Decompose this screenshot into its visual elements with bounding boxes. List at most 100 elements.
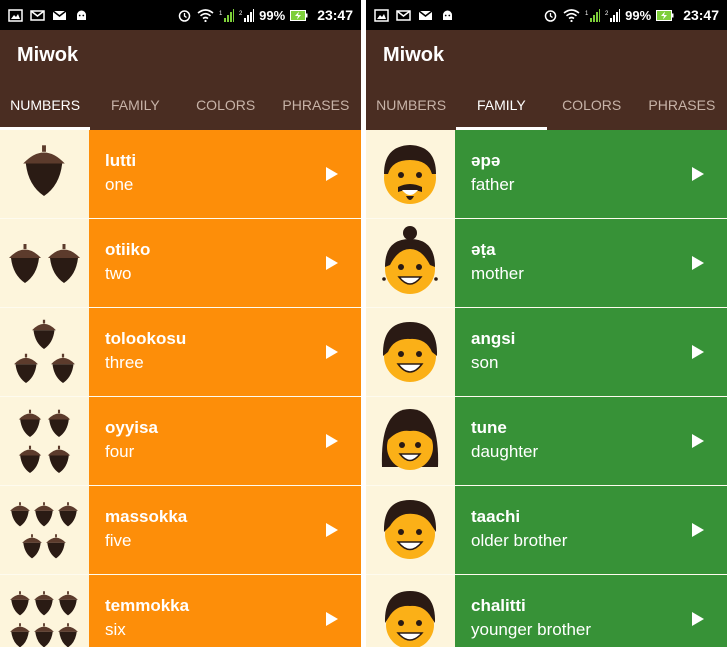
father-face-icon [384, 144, 436, 204]
word-image [0, 397, 89, 485]
battery-percent: 99% [625, 7, 652, 23]
play-icon[interactable] [325, 166, 339, 182]
app-bar: Miwok [366, 30, 727, 80]
older-brother-face-icon [383, 499, 437, 559]
app-bar: Miwok [0, 30, 361, 80]
android-icon [443, 10, 452, 20]
miwok-word: lutti [105, 151, 137, 170]
gmail-icon [418, 9, 433, 20]
status-bar: 1 2 99% 23:47 [366, 0, 727, 30]
signal-1-icon: 1 [585, 8, 601, 22]
play-icon[interactable] [325, 522, 339, 538]
word-image [366, 308, 455, 396]
miwok-word: әpә [471, 151, 501, 170]
word-image [0, 486, 89, 574]
battery-charging-icon [656, 9, 674, 21]
list-item[interactable]: tune daughter [366, 397, 727, 486]
english-translation: four [105, 442, 135, 461]
alarm-icon [178, 9, 191, 22]
clock: 23:47 [683, 7, 719, 23]
english-translation: daughter [471, 442, 539, 461]
list-item[interactable]: angsi son [366, 308, 727, 397]
play-icon[interactable] [691, 433, 705, 449]
acorn-icon [23, 144, 65, 196]
clock: 23:47 [317, 7, 353, 23]
play-icon[interactable] [325, 611, 339, 627]
word-image [0, 130, 89, 218]
list-item[interactable]: әṭa mother [366, 219, 727, 308]
play-icon[interactable] [325, 255, 339, 271]
english-translation: six [105, 620, 126, 639]
miwok-word: әṭa [471, 240, 496, 259]
tab-phrases[interactable]: PHRASES [637, 80, 727, 130]
miwok-word: otiiko [105, 240, 151, 259]
status-bar: 1 2 99% 23:47 [0, 0, 361, 30]
miwok-word: taachi [471, 507, 521, 526]
son-face-icon [382, 321, 438, 382]
play-icon[interactable] [325, 433, 339, 449]
mail-icon [30, 9, 45, 21]
miwok-word: oyyisa [105, 418, 158, 437]
list-item[interactable]: tolookosu three [0, 308, 361, 397]
wifi-icon [197, 8, 214, 22]
tab-family[interactable]: FAMILY [456, 80, 547, 130]
english-translation: younger brother [471, 620, 592, 639]
miwok-word: angsi [471, 329, 516, 348]
word-list: lutti one otiiko two tolookosu three oyy… [0, 130, 361, 647]
picture-icon [374, 8, 389, 22]
list-item[interactable]: temmokka six [0, 575, 361, 647]
acorn-icon [10, 501, 78, 558]
miwok-word: chalitti [471, 596, 526, 615]
english-translation: one [105, 175, 134, 194]
signal-2-icon: 2 [239, 8, 255, 22]
android-icon [77, 10, 86, 20]
svg-text:2: 2 [239, 11, 243, 17]
tab-phrases[interactable]: PHRASES [271, 80, 361, 130]
list-item[interactable]: lutti one [0, 130, 361, 219]
alarm-icon [544, 9, 557, 22]
signal-1-icon: 1 [219, 8, 235, 22]
app-title: Miwok [17, 43, 79, 66]
family-screen: 1 2 99% 23:47 Miwok NUMBERS FAMILY COLOR… [366, 0, 727, 647]
tab-numbers[interactable]: NUMBERS [0, 80, 91, 130]
list-item[interactable]: chalitti younger brother [366, 575, 727, 647]
word-image [366, 219, 455, 307]
word-image [366, 397, 455, 485]
tab-family[interactable]: FAMILY [90, 80, 180, 130]
list-item[interactable]: massokka five [0, 486, 361, 575]
numbers-screen: 1 2 99% 23:47 Miwok NUMBERS FAMILY COLOR… [0, 0, 361, 647]
gmail-icon [52, 9, 67, 20]
acorn-icon [9, 243, 80, 283]
play-icon[interactable] [691, 166, 705, 182]
younger-brother-face-icon [384, 590, 436, 647]
english-translation: five [105, 531, 132, 550]
english-translation: older brother [471, 531, 568, 550]
miwok-word: massokka [105, 507, 188, 526]
play-icon[interactable] [691, 611, 705, 627]
play-icon[interactable] [691, 255, 705, 271]
list-item[interactable]: oyyisa four [0, 397, 361, 486]
word-list: әpә father әṭa mother angsi son tune dau… [366, 130, 727, 647]
mother-face-icon [382, 225, 438, 294]
wifi-icon [563, 8, 580, 22]
play-icon[interactable] [325, 344, 339, 360]
tab-colors[interactable]: COLORS [547, 80, 637, 130]
tab-numbers[interactable]: NUMBERS [366, 80, 456, 130]
english-translation: two [105, 264, 132, 283]
play-icon[interactable] [691, 344, 705, 360]
list-item[interactable]: әpә father [366, 130, 727, 219]
list-item[interactable]: taachi older brother [366, 486, 727, 575]
english-translation: mother [471, 264, 524, 283]
app-title: Miwok [383, 43, 445, 66]
picture-icon [8, 8, 23, 22]
daughter-face-icon [381, 408, 439, 470]
word-image [0, 575, 89, 647]
list-item[interactable]: otiiko two [0, 219, 361, 308]
word-image [0, 219, 89, 307]
mail-icon [396, 9, 411, 21]
tab-colors[interactable]: COLORS [181, 80, 271, 130]
signal-2-icon: 2 [605, 8, 621, 22]
word-image [366, 575, 455, 647]
battery-charging-icon [290, 9, 308, 21]
play-icon[interactable] [691, 522, 705, 538]
